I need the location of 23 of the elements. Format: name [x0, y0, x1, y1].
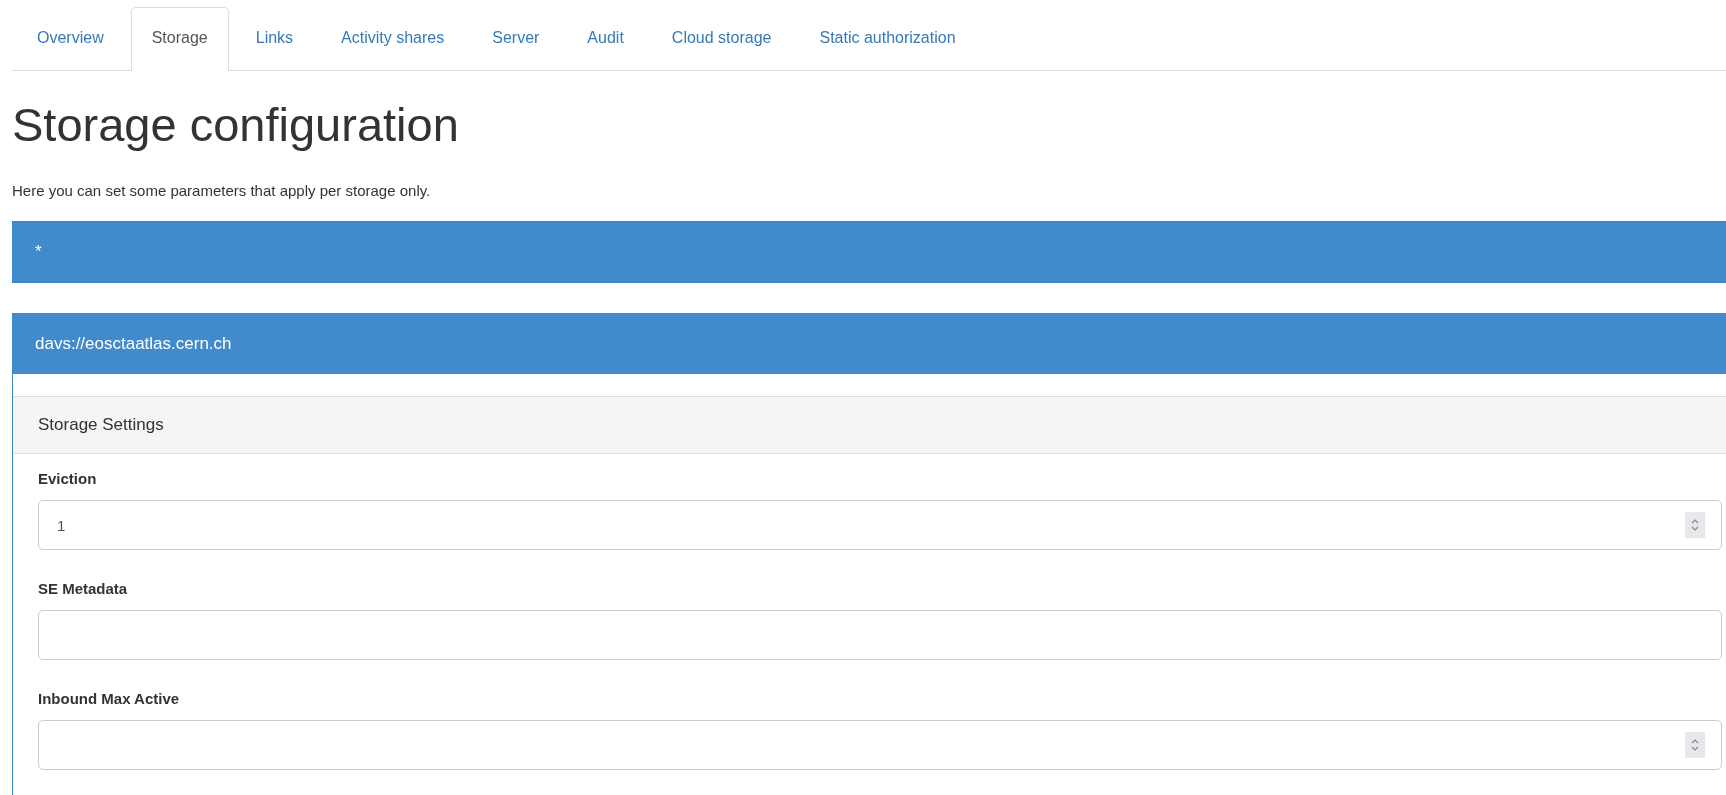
tab[interactable]: Links: [234, 7, 315, 71]
field-label: SE Metadata: [38, 579, 129, 599]
tab[interactable]: Audit: [566, 7, 645, 71]
tab[interactable]: Overview: [16, 7, 125, 71]
tab[interactable]: Cloud storage: [650, 7, 793, 71]
field-label: Eviction: [38, 469, 98, 489]
storage-panel-header[interactable]: *: [13, 222, 1726, 282]
tab[interactable]: Server: [471, 7, 561, 71]
spinner-icon[interactable]: [1685, 512, 1705, 538]
field-label: Inbound Max Active: [38, 689, 181, 709]
input-field[interactable]: [38, 610, 1722, 660]
tab[interactable]: Activity shares: [320, 7, 466, 71]
tab[interactable]: Static authorization: [798, 7, 977, 71]
input-field[interactable]: [38, 720, 1722, 770]
description: Here you can set some parameters that apply per storage only.: [12, 181, 432, 201]
section-title: Storage Settings: [38, 415, 164, 435]
input-field[interactable]: 1: [38, 500, 1722, 550]
storage-title: *: [35, 242, 42, 262]
page-title: Storage configuration: [12, 97, 460, 153]
tab[interactable]: Storage: [130, 7, 229, 71]
storage-panel-header[interactable]: davs://eosctaatlas.cern.ch: [13, 314, 1726, 374]
spinner-icon[interactable]: [1685, 732, 1705, 758]
storage-title: davs://eosctaatlas.cern.ch: [35, 334, 232, 354]
